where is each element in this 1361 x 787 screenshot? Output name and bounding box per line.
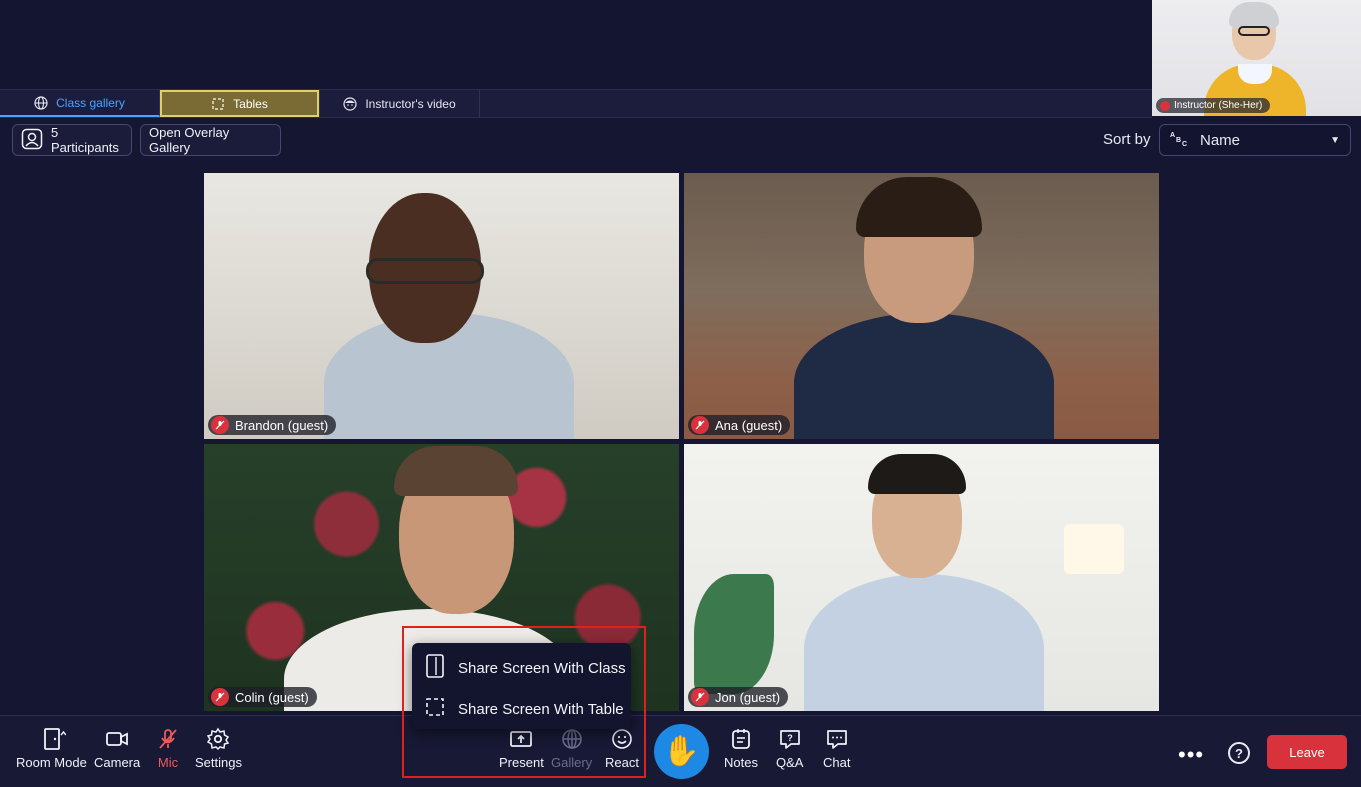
svg-text:C: C	[1182, 141, 1187, 146]
selection-frame-icon	[424, 696, 446, 722]
participant-name-chip: Jon (guest)	[688, 687, 789, 707]
globe-icon	[560, 727, 584, 751]
share-screen-menu: Share Screen With Class Share Screen Wit…	[412, 643, 631, 729]
share-class-label: Share Screen With Class	[458, 659, 626, 677]
camera-icon	[105, 727, 129, 751]
settings-button[interactable]: Settings	[195, 727, 242, 770]
chevron-down-icon: ▼	[1330, 134, 1340, 146]
participant-name: Brandon (guest)	[235, 417, 329, 433]
qa-label: Q&A	[776, 755, 804, 770]
svg-text:A: A	[1170, 132, 1175, 139]
chat-button[interactable]: Chat	[823, 727, 850, 770]
mic-off-icon	[211, 416, 229, 434]
tab-label: Instructor's video	[365, 96, 456, 111]
participant-name: Colin (guest)	[235, 689, 309, 705]
view-tabbar: Class gallery Tables Instructor's video	[0, 89, 1152, 118]
instructor-video-thumbnail[interactable]: Instructor (She-Her)	[1152, 0, 1361, 116]
help-icon[interactable]: ?	[1228, 742, 1250, 764]
open-overlay-gallery-button[interactable]: Open Overlay Gallery	[140, 124, 281, 156]
present-button[interactable]: Present	[499, 727, 544, 770]
door-icon	[36, 727, 67, 751]
app-window: Class gallery Tables Instructor's video …	[0, 0, 1361, 787]
qa-button[interactable]: ? Q&A	[776, 727, 803, 770]
participant-video-tile[interactable]: Jon (guest)	[684, 444, 1159, 711]
tab-label: Tables	[233, 96, 268, 111]
leave-button[interactable]: Leave	[1267, 735, 1347, 769]
camera-button[interactable]: Camera	[94, 727, 140, 770]
mic-label: Mic	[157, 755, 179, 770]
participant-name-chip: Brandon (guest)	[208, 415, 337, 435]
selection-frame-icon	[211, 97, 225, 111]
mic-off-icon	[156, 727, 180, 751]
notes-icon	[729, 727, 753, 751]
mic-off-icon	[1160, 100, 1170, 111]
gear-icon	[206, 727, 230, 751]
settings-label: Settings	[195, 755, 242, 770]
present-label: Present	[499, 755, 544, 770]
globe-icon	[34, 95, 48, 110]
overlay-gallery-label: Open Overlay Gallery	[149, 125, 230, 155]
notes-button[interactable]: Notes	[724, 727, 758, 770]
raise-hand-button[interactable]: ✋	[654, 724, 709, 779]
chat-bubble-icon	[825, 727, 849, 751]
instructor-name: Instructor (She-Her)	[1174, 100, 1263, 111]
mic-button[interactable]: Mic	[156, 727, 180, 770]
participants-count: 5 Participants	[51, 125, 119, 155]
participants-button[interactable]: 5 Participants	[12, 124, 132, 156]
sort-value: Name	[1200, 131, 1241, 149]
mic-off-icon	[211, 688, 229, 706]
person-icon	[21, 128, 43, 153]
share-screen-with-class-item[interactable]: Share Screen With Class	[424, 653, 626, 683]
question-bubble-icon: ?	[778, 727, 802, 751]
tab-tables[interactable]: Tables	[160, 90, 320, 117]
mic-off-icon	[691, 688, 709, 706]
tab-label: Class gallery	[56, 95, 125, 110]
face-icon	[343, 96, 357, 111]
participant-name-chip: Colin (guest)	[208, 687, 317, 707]
more-options-icon[interactable]: •••	[1178, 742, 1204, 768]
room-mode-button[interactable]: Room Mode	[16, 727, 87, 770]
smiley-icon	[610, 727, 634, 751]
notes-label: Notes	[724, 755, 758, 770]
raised-hand-icon: ✋	[662, 735, 701, 768]
tab-instructor-video[interactable]: Instructor's video	[320, 90, 480, 117]
svg-text:B: B	[1176, 137, 1181, 144]
svg-text:?: ?	[787, 733, 793, 743]
react-button[interactable]: React	[605, 727, 639, 770]
top-strip	[0, 0, 1152, 89]
participant-name: Jon (guest)	[715, 689, 781, 705]
share-screen-with-table-item[interactable]: Share Screen With Table	[424, 696, 624, 722]
share-table-label: Share Screen With Table	[458, 700, 624, 718]
tab-class-gallery[interactable]: Class gallery	[0, 90, 160, 117]
participant-video-tile[interactable]: Brandon (guest)	[204, 173, 679, 439]
chat-label: Chat	[823, 755, 851, 770]
room-mode-label: Room Mode	[16, 755, 87, 770]
sort-by-label: Sort by	[1103, 131, 1151, 148]
sort-select[interactable]: ABC Name ▼	[1159, 124, 1351, 156]
react-label: React	[605, 755, 639, 770]
gallery-button[interactable]: Gallery	[551, 727, 592, 770]
gallery-label: Gallery	[551, 755, 593, 770]
participant-name-chip: Ana (guest)	[688, 415, 791, 435]
participant-name: Ana (guest)	[715, 417, 783, 433]
screen-share-class-icon	[424, 653, 446, 683]
mic-off-icon	[691, 416, 709, 434]
camera-label: Camera	[94, 755, 141, 770]
present-screen-icon	[509, 727, 533, 751]
participant-video-tile[interactable]: Ana (guest)	[684, 173, 1159, 439]
alphabetical-sort-icon: ABC	[1170, 130, 1190, 150]
instructor-name-chip: Instructor (She-Her)	[1156, 98, 1271, 113]
